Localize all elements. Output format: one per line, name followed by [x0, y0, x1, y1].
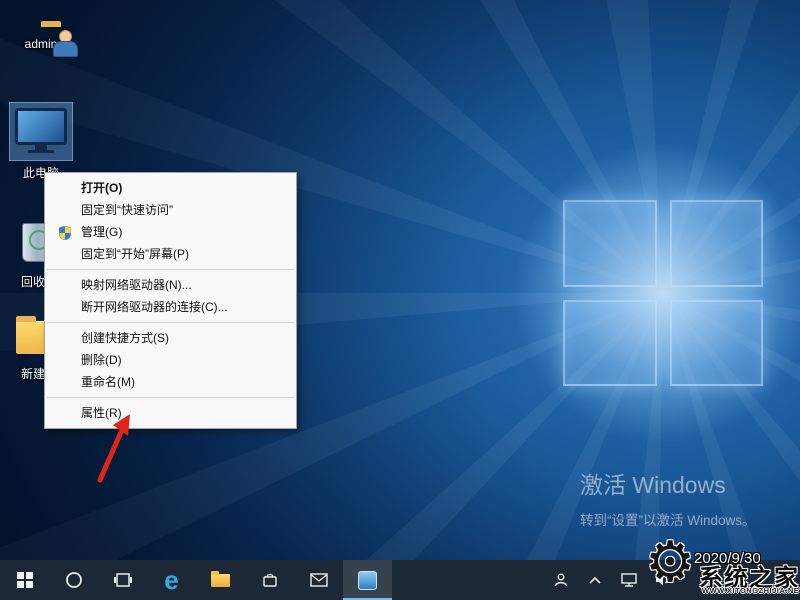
people-button[interactable] — [548, 560, 574, 600]
network-icon — [620, 572, 638, 588]
active-app-icon — [358, 571, 377, 590]
menu-separator — [47, 322, 294, 323]
mail-button[interactable] — [294, 560, 343, 600]
menu-item-properties[interactable]: 属性(R) — [45, 402, 296, 424]
people-icon — [553, 572, 569, 588]
menu-item-create-shortcut[interactable]: 创建快捷方式(S) — [45, 327, 296, 349]
edge-button[interactable]: e — [147, 560, 196, 600]
start-button[interactable] — [0, 560, 49, 600]
task-view-icon — [113, 570, 133, 590]
store-button[interactable] — [245, 560, 294, 600]
mail-icon — [309, 572, 329, 588]
watermark-site-url: WWW.XITONGZHIJIA.NET — [702, 586, 800, 595]
menu-item-open[interactable]: 打开(O) — [45, 177, 296, 199]
this-pc-icon — [15, 108, 67, 153]
activate-windows-title: 激活 Windows — [580, 466, 756, 500]
menu-separator — [47, 397, 294, 398]
task-view-button[interactable] — [98, 560, 147, 600]
show-hidden-icons-button[interactable] — [582, 560, 608, 600]
menu-item-delete[interactable]: 删除(D) — [45, 349, 296, 371]
activate-windows-watermark: 激活 Windows 转到“设置”以激活 Windows。 — [580, 466, 756, 529]
windows-start-icon — [17, 572, 33, 588]
menu-item-rename[interactable]: 重命名(M) — [45, 371, 296, 393]
activate-windows-subtitle: 转到“设置”以激活 Windows。 — [580, 509, 756, 529]
desktop-icon-this-pc[interactable]: 此电脑 — [10, 103, 72, 181]
menu-item-pin-start[interactable]: 固定到“开始”屏幕(P) — [45, 243, 296, 265]
menu-item-manage[interactable]: 管理(G) — [45, 221, 296, 243]
edge-icon: e — [164, 567, 178, 593]
file-explorer-icon — [211, 574, 230, 587]
desktop-icon-admin[interactable]: admin — [10, 8, 72, 51]
site-watermark: ⚙ 2020/9/30 系统之家 WWW.XITONGZHIJIA.NET — [645, 538, 800, 600]
network-button[interactable] — [616, 560, 642, 600]
menu-item-disconnect-network-drive[interactable]: 断开网络驱动器的连接(C)... — [45, 296, 296, 318]
menu-item-label: 管理(G) — [81, 225, 122, 239]
menu-separator — [47, 269, 294, 270]
menu-item-pin-quick-access[interactable]: 固定到“快速访问” — [45, 199, 296, 221]
context-menu: 打开(O) 固定到“快速访问” 管理(G) 固定到“开始”屏幕(P) 映射网络驱… — [44, 172, 297, 429]
search-button[interactable] — [49, 560, 98, 600]
search-icon — [64, 570, 84, 590]
red-annotation-arrow — [88, 406, 148, 490]
file-explorer-button[interactable] — [196, 560, 245, 600]
store-icon — [260, 570, 280, 590]
chevron-up-icon — [587, 574, 603, 586]
gear-icon: ⚙ — [645, 532, 695, 592]
menu-item-map-network-drive[interactable]: 映射网络驱动器(N)... — [45, 274, 296, 296]
active-app-button[interactable] — [343, 560, 392, 600]
